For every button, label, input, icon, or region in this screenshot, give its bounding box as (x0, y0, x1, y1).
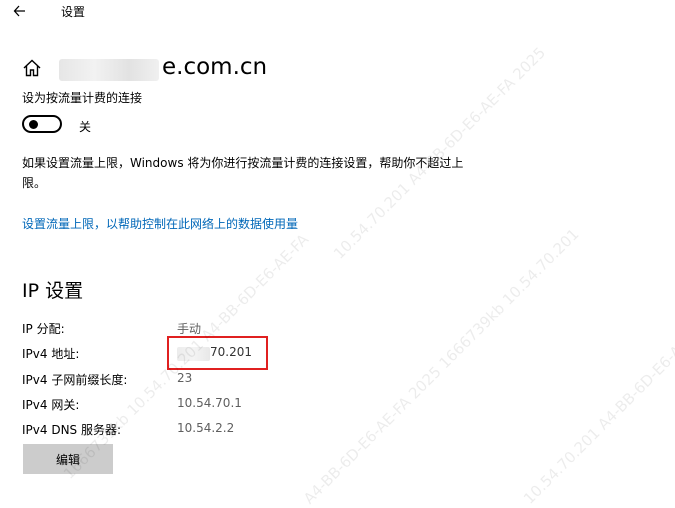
toggle-state-label: 关 (79, 120, 92, 134)
ipv4-dns-value: 10.54.2.2 (177, 421, 235, 435)
title-bar: 设置 (0, 0, 675, 24)
edit-button[interactable]: 编辑 (23, 444, 113, 474)
ipv4-gateway-label: IPv4 网关: (22, 398, 80, 412)
ip-assignment-label: IP 分配: (22, 322, 65, 336)
back-button[interactable] (10, 1, 32, 21)
ipv4-prefix-row: IPv4 子网前缀长度: 23 (22, 371, 322, 391)
metered-connection-label: 设为按流量计费的连接 (22, 91, 143, 105)
ip-settings-heading: IP 设置 (22, 280, 84, 302)
ip-assignment-value: 手动 (177, 322, 202, 336)
watermark-text: 10.54.70.201 A4-BB-6D-E6-AE-FA (520, 318, 675, 508)
metered-toggle[interactable] (22, 115, 62, 133)
ipv4-gateway-row: IPv4 网关: 10.54.70.1 (22, 396, 322, 416)
ipv4-prefix-label: IPv4 子网前缀长度: (22, 373, 128, 387)
redacted-network-name (59, 59, 159, 81)
metered-description: 如果设置流量上限，Windows 将为你进行按流量计费的连接设置，帮助你不超过上… (22, 156, 464, 190)
ipv4-prefix-value: 23 (177, 371, 193, 385)
network-header: e.com.cn (22, 54, 422, 84)
ipv4-dns-label: IPv4 DNS 服务器: (22, 423, 122, 437)
window-title: 设置 (61, 5, 86, 19)
back-arrow-icon (13, 5, 25, 17)
toggle-knob (29, 120, 38, 129)
ipv4-gateway-value: 10.54.70.1 (177, 396, 242, 410)
home-icon (23, 59, 41, 77)
watermark-text: A4-BB-6D-E6-AE-FA 2025 1666739kb 10.54.7… (300, 225, 583, 508)
ipv4-dns-row: IPv4 DNS 服务器: 10.54.2.2 (22, 421, 322, 441)
ipv4-address-label: IPv4 地址: (22, 347, 80, 361)
network-name: e.com.cn (162, 54, 268, 80)
set-data-limit-link[interactable]: 设置流量上限，以帮助控制在此网络上的数据使用量 (22, 215, 298, 232)
ip-highlight-box (167, 336, 268, 370)
